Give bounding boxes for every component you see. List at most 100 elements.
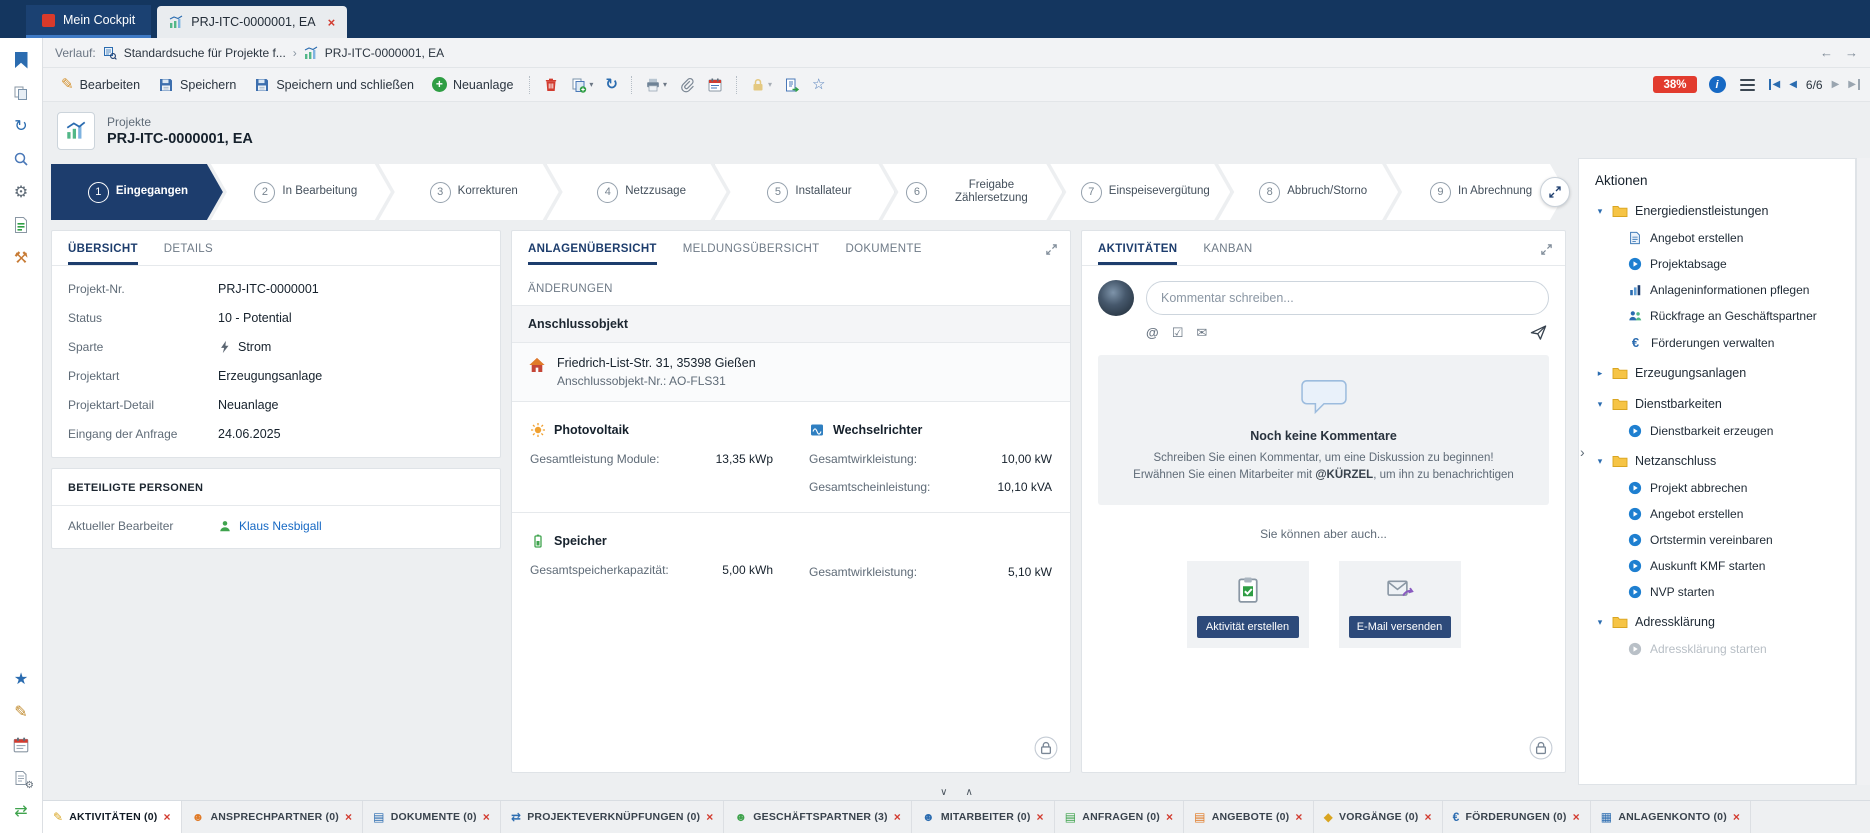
mention-icon[interactable]: @ [1146, 325, 1159, 340]
dock-forward-icon[interactable]: → [1845, 45, 1858, 60]
copy-pages-icon[interactable] [11, 83, 31, 103]
action-group-erzeugungsanlagen[interactable]: ▸ Erzeugungsanlagen [1595, 365, 1839, 381]
close-tab-icon[interactable]: × [328, 15, 336, 30]
workflow-step-eingegangen[interactable]: 1 Eingegangen [51, 164, 223, 220]
bottom-tab-foerderungen[interactable]: € FÖRDERUNGEN (0) × [1443, 801, 1591, 833]
close-icon[interactable]: × [483, 810, 490, 824]
bottom-tab-anfragen[interactable]: ▤ ANFRAGEN (0) × [1055, 801, 1184, 833]
panel-lock-icon[interactable] [1529, 736, 1553, 760]
history-icon[interactable]: ↻ [11, 116, 31, 136]
send-email-button[interactable]: E-Mail versenden [1349, 616, 1451, 638]
action-projektabsage[interactable]: Projektabsage [1628, 257, 1839, 271]
collapse-down-icon[interactable]: ∨ [940, 787, 947, 798]
workflow-step-einspeiseverguetung[interactable]: 7 Einspeisevergütung [1050, 164, 1230, 220]
search-icon[interactable] [11, 149, 31, 169]
settings-gear-icon[interactable]: ⚙ [11, 182, 31, 202]
expand-workflow-icon[interactable] [1540, 177, 1570, 207]
comment-input[interactable] [1146, 281, 1549, 315]
refresh-button[interactable]: ↻ [600, 73, 623, 96]
last-record-icon[interactable]: ▶ [1848, 79, 1860, 90]
close-icon[interactable]: × [1424, 810, 1431, 824]
expand-panel-icon[interactable] [1045, 243, 1058, 256]
bookmark-icon[interactable] [11, 50, 31, 70]
action-rueckfrage-geschaeftspartner[interactable]: Rückfrage an Geschäftspartner [1628, 309, 1839, 323]
action-auskunft-kmf-starten[interactable]: Auskunft KMF starten [1628, 559, 1839, 573]
send-icon[interactable] [1530, 324, 1547, 341]
favorite-button[interactable]: ☆ [807, 73, 830, 96]
bottom-tab-vorgaenge[interactable]: ◆ VORGÄNGE (0) × [1314, 801, 1443, 833]
menu-icon[interactable] [1738, 77, 1757, 93]
tools-icon[interactable]: ⚒ [11, 248, 31, 268]
mail-icon[interactable]: ✉ [1196, 325, 1207, 341]
bottom-tab-dokumente[interactable]: ▤ DOKUMENTE (0) × [363, 801, 501, 833]
lock-button[interactable]: ▾ [745, 73, 777, 97]
bottom-tab-aktivitaeten[interactable]: ✎ AKTIVITÄTEN (0) × [43, 801, 182, 833]
action-projekt-abbrechen[interactable]: Projekt abbrechen [1628, 481, 1839, 495]
tab-details[interactable]: DETAILS [164, 243, 213, 265]
bottom-tab-projekteverknuepfungen[interactable]: ⇄ PROJEKTEVERKNÜPFUNGEN (0) × [501, 801, 725, 833]
task-checkbox-icon[interactable]: ☑ [1172, 325, 1184, 341]
close-icon[interactable]: × [1573, 810, 1580, 824]
send-email-card[interactable]: E-Mail versenden [1339, 561, 1461, 648]
document-settings-icon[interactable]: ⚙ [11, 768, 31, 788]
tab-aktivitaeten[interactable]: AKTIVITÄTEN [1098, 243, 1177, 265]
scheduler-button[interactable] [702, 73, 728, 97]
save-button[interactable]: Speichern [150, 73, 244, 97]
action-dienstbarkeit-erzeugen[interactable]: Dienstbarkeit erzeugen [1628, 424, 1839, 438]
tab-project[interactable]: PRJ-ITC-0000001, EA × [157, 6, 347, 38]
workflow-step-korrekturen[interactable]: 3 Korrekturen [379, 164, 559, 220]
close-icon[interactable]: × [894, 810, 901, 824]
action-angebot-erstellen-netz[interactable]: Angebot erstellen [1628, 507, 1839, 521]
delete-button[interactable] [538, 73, 564, 97]
new-record-button[interactable]: + Neuanlage [424, 73, 521, 96]
person-link[interactable]: Klaus Nesbigall [239, 519, 322, 533]
user-avatar[interactable] [1098, 280, 1134, 316]
bottom-tab-ansprechpartner[interactable]: ☻ ANSPRECHPARTNER (0) × [182, 801, 364, 833]
bottom-tab-geschaeftspartner[interactable]: ☻ GESCHÄFTSPARTNER (3) × [724, 801, 912, 833]
tab-dokumente[interactable]: DOKUMENTE [845, 243, 921, 265]
tab-meldungsuebersicht[interactable]: MELDUNGSÜBERSICHT [683, 243, 820, 265]
close-icon[interactable]: × [1166, 810, 1173, 824]
notes-icon[interactable]: ✎ [11, 702, 31, 722]
action-ortstermin-vereinbaren[interactable]: Ortstermin vereinbaren [1628, 533, 1839, 547]
action-group-dienstbarkeiten[interactable]: ▾ Dienstbarkeiten [1595, 396, 1839, 412]
close-icon[interactable]: × [1733, 810, 1740, 824]
close-icon[interactable]: × [163, 810, 170, 824]
workflow-step-freigabe-zaehlersetzung[interactable]: 6 Freigabe Zählersetzung [882, 164, 1062, 220]
next-record-icon[interactable]: ▶ [1832, 79, 1840, 90]
copy-record-button[interactable]: ▾ [566, 73, 598, 97]
attachment-button[interactable] [674, 73, 700, 97]
bottom-tab-mitarbeiter[interactable]: ☻ MITARBEITER (0) × [912, 801, 1055, 833]
workflow-step-installateur[interactable]: 5 Installateur [715, 164, 895, 220]
panel-lock-icon[interactable] [1034, 736, 1058, 760]
tab-kanban[interactable]: KANBAN [1203, 243, 1252, 265]
tab-uebersicht[interactable]: ÜBERSICHT [68, 243, 138, 265]
export-button[interactable] [779, 73, 805, 97]
save-close-button[interactable]: Speichern und schließen [246, 73, 422, 97]
tab-mein-cockpit[interactable]: Mein Cockpit [26, 5, 151, 38]
progress-badge[interactable]: 38% [1653, 76, 1696, 93]
create-activity-card[interactable]: Aktivität erstellen [1187, 561, 1309, 648]
first-record-icon[interactable]: ◀ [1769, 79, 1781, 90]
collapse-up-icon[interactable]: ∧ [966, 787, 973, 798]
print-button[interactable]: ▾ [640, 73, 672, 97]
favorites-view-icon[interactable]: ★ [11, 669, 31, 689]
action-nvp-starten[interactable]: NVP starten [1628, 585, 1839, 599]
action-group-energiedienstleistungen[interactable]: ▾ Energiedienstleistungen [1595, 203, 1839, 219]
dock-back-icon[interactable]: ← [1820, 45, 1833, 60]
sync-icon[interactable]: ⇄ [11, 801, 31, 821]
bottom-tab-anlagenkonto[interactable]: ▦ ANLAGENKONTO (0) × [1591, 801, 1751, 833]
anschlussobjekt-address[interactable]: Friedrich-List-Str. 31, 35398 Gießen Ans… [512, 343, 1070, 402]
spreadsheet-icon[interactable] [11, 215, 31, 235]
expand-panel-icon[interactable] [1540, 243, 1553, 256]
previous-record-icon[interactable]: ◀ [1789, 79, 1797, 90]
breadcrumb-item-search[interactable]: Standardsuche für Projekte f... [124, 46, 286, 60]
edit-button[interactable]: ✎ Bearbeiten [53, 73, 148, 96]
action-anlageninformationen-pflegen[interactable]: Anlageninformationen pflegen [1628, 283, 1839, 297]
collapse-actions-icon[interactable]: › [1580, 444, 1585, 460]
close-icon[interactable]: × [1295, 810, 1302, 824]
create-activity-button[interactable]: Aktivität erstellen [1197, 616, 1299, 638]
action-angebot-erstellen[interactable]: Angebot erstellen [1628, 231, 1839, 245]
tab-anlagenuebersicht[interactable]: ANLAGENÜBERSICHT [528, 243, 657, 265]
breadcrumb-item-project[interactable]: PRJ-ITC-0000001, EA [325, 46, 444, 60]
